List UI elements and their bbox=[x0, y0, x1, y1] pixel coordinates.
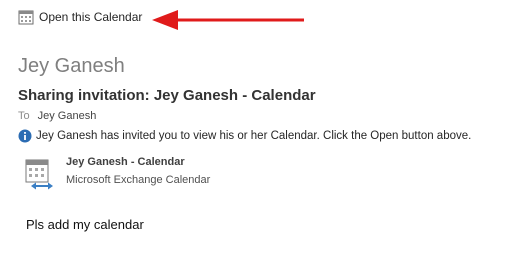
shared-calendar-title: Jey Ganesh - Calendar bbox=[66, 156, 185, 168]
info-bar: Jey Ganesh has invited you to view his o… bbox=[18, 129, 471, 143]
info-icon bbox=[18, 129, 32, 143]
open-calendar-button[interactable]: Open this Calendar bbox=[18, 7, 142, 27]
shared-calendar-card[interactable]: Jey Ganesh - Calendar Microsoft Exchange… bbox=[24, 156, 210, 192]
recipient-row: To Jey Ganesh bbox=[18, 110, 96, 122]
shared-calendar-icon bbox=[24, 158, 54, 192]
sender-name: Jey Ganesh bbox=[18, 55, 125, 77]
to-recipient[interactable]: Jey Ganesh bbox=[38, 110, 97, 122]
annotation-arrow bbox=[152, 10, 304, 30]
open-calendar-label: Open this Calendar bbox=[39, 10, 143, 24]
message-subject: Sharing invitation: Jey Ganesh - Calenda… bbox=[18, 87, 316, 104]
to-label: To bbox=[18, 110, 30, 122]
shared-calendar-text: Jey Ganesh - Calendar Microsoft Exchange… bbox=[66, 156, 210, 186]
calendar-icon bbox=[18, 9, 34, 25]
info-text: Jey Ganesh has invited you to view his o… bbox=[36, 130, 472, 142]
shared-calendar-subtitle: Microsoft Exchange Calendar bbox=[66, 174, 211, 186]
message-body: Pls add my calendar bbox=[26, 217, 144, 232]
